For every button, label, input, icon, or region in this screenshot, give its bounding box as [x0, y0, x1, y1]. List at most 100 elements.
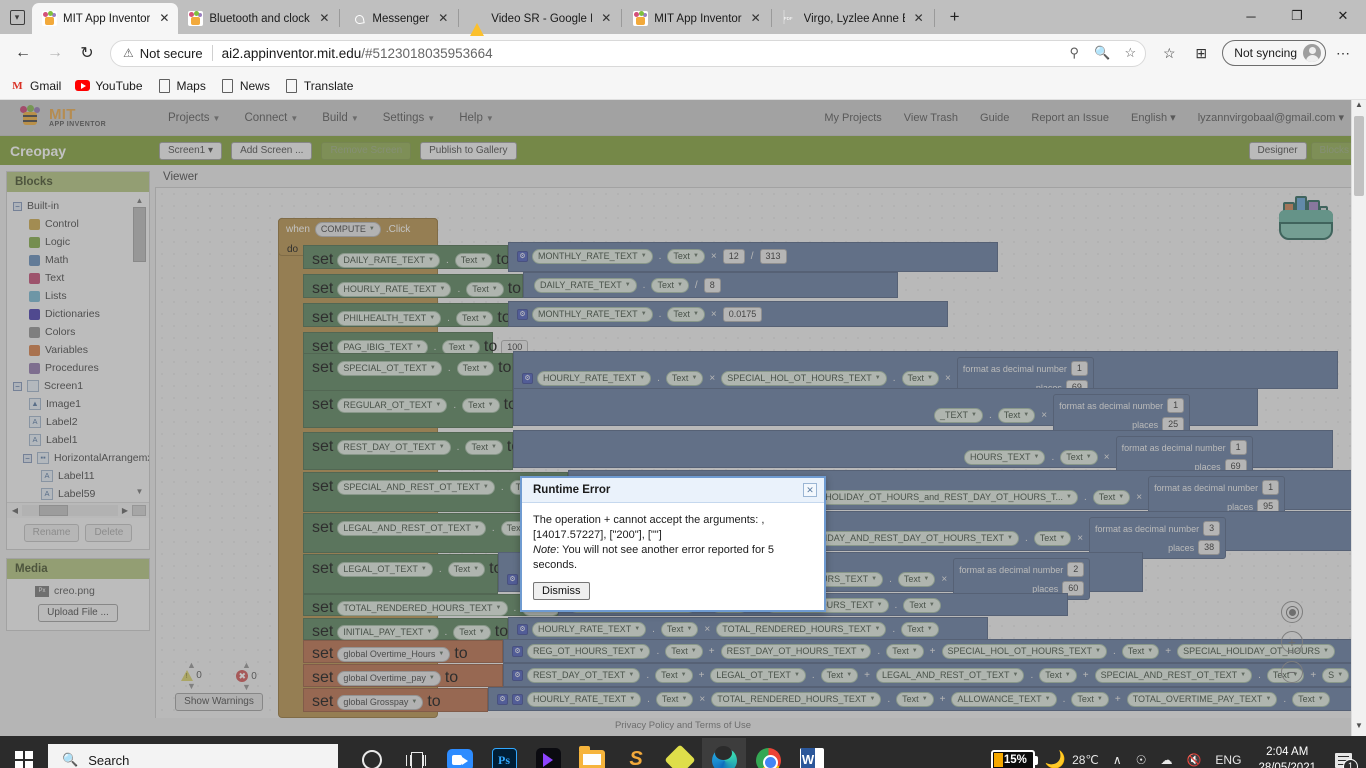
blocks-workspace[interactable]: when COMPUTE ▼ .Click do set DAILY_RATE_T…: [155, 187, 1360, 736]
value-field[interactable]: Text▼: [896, 692, 934, 707]
tab-close-icon[interactable]: ✕: [316, 11, 332, 27]
mutator-icon[interactable]: ⚙: [497, 694, 508, 705]
scroll-thumb[interactable]: [39, 505, 69, 516]
show-hidden-icons-button[interactable]: ∧: [1106, 736, 1129, 768]
back-button[interactable]: ←: [8, 38, 38, 68]
value-field[interactable]: Text▼: [1292, 692, 1330, 707]
number-field[interactable]: 3: [1203, 521, 1221, 536]
value-field[interactable]: REST_DAY_OT_TEXT ▼: [527, 668, 641, 683]
media-item-creo-png[interactable]: Px creo.png: [13, 585, 143, 597]
scroll-up-icon[interactable]: ▲: [133, 196, 146, 207]
mutator-icon[interactable]: ⚙: [507, 573, 518, 585]
chevron-down-icon[interactable]: ▼: [242, 683, 251, 692]
start-button[interactable]: [0, 736, 48, 768]
target-dropdown[interactable]: LEGAL_OT_TEXT ▼: [337, 561, 433, 577]
sidebar-item-procedures[interactable]: Procedures: [11, 359, 149, 377]
collapse-icon[interactable]: −: [23, 453, 32, 463]
reload-button[interactable]: ↻: [72, 38, 102, 68]
zoom-out-button[interactable]: −: [1281, 661, 1303, 683]
value-field[interactable]: Text▼: [897, 571, 936, 587]
sketchup-icon[interactable]: [658, 738, 702, 768]
scroll-track[interactable]: [22, 505, 118, 516]
bookmark-youtube[interactable]: YouTube: [75, 78, 143, 93]
mutator-icon[interactable]: ⚙: [517, 624, 528, 635]
tree-node-builtin[interactable]: − Built-in: [11, 197, 149, 215]
runtime-error-dialog[interactable]: Runtime Error ✕ The operation + cannot a…: [520, 476, 826, 612]
cortana-icon[interactable]: [350, 738, 394, 768]
value-field[interactable]: SPECIAL_HOLIDAY_OT_HOURS ▼: [1177, 644, 1335, 659]
sidebar-item-label1[interactable]: A Label1: [11, 431, 149, 449]
number-field[interactable]: 1: [1167, 398, 1185, 413]
property-dropdown[interactable]: Text▼: [455, 310, 494, 326]
property-dropdown[interactable]: Text▼: [453, 624, 491, 640]
target-dropdown[interactable]: HOURLY_RATE_TEXT ▼: [337, 281, 452, 297]
forward-button[interactable]: →: [40, 38, 70, 68]
property-dropdown[interactable]: Text▼: [465, 439, 503, 455]
tab-close-icon[interactable]: ✕: [748, 11, 764, 27]
sidebar-item-lists[interactable]: Lists: [11, 287, 149, 305]
value-block-philhealth[interactable]: ⚙ MONTHLY_RATE_TEXT ▼ . Text ▼ × 0.0175: [508, 301, 948, 327]
designer-button[interactable]: Designer: [1248, 141, 1307, 160]
property-dropdown[interactable]: Text▼: [456, 360, 495, 376]
value-field[interactable]: Text▼: [1060, 449, 1098, 465]
set-block-initial-pay[interactable]: set INITIAL_PAY_TEXT ▼ . Text ▼ to: [303, 618, 508, 640]
value-field[interactable]: Text▼: [651, 278, 689, 293]
bookmark-news[interactable]: News: [220, 78, 270, 93]
value-field[interactable]: Text▼: [660, 622, 699, 637]
number-field[interactable]: 8: [703, 278, 721, 293]
collections-icon[interactable]: ⊞: [1186, 38, 1216, 68]
zoom-out-icon[interactable]: 🔍: [1091, 42, 1113, 64]
tab-close-icon[interactable]: ✕: [156, 11, 172, 27]
weather-widget[interactable]: 🌙 28℃: [1038, 736, 1106, 768]
value-field[interactable]: HOURLY_RATE_TEXT▼: [537, 370, 652, 386]
value-field[interactable]: Text▼: [1092, 489, 1131, 505]
backpack-icon[interactable]: [1275, 196, 1339, 242]
menu-settings[interactable]: Settings ▼: [383, 112, 435, 124]
value-field[interactable]: SPECIAL_AND_REST_OT_TEXT ▼: [1094, 668, 1253, 683]
value-field[interactable]: TOTAL_OVERTIME_PAY_TEXT ▼: [1126, 692, 1278, 707]
target-dropdown[interactable]: DAILY_RATE_TEXT ▼: [337, 252, 440, 268]
bookmark-gmail[interactable]: M Gmail: [10, 78, 61, 93]
value-block-rest-day-ot[interactable]: HOURS_TEXT ▼ . Text ▼ × format as decimal …: [513, 430, 1333, 478]
property-dropdown[interactable]: Text▼: [447, 561, 486, 577]
link-guide[interactable]: Guide: [980, 112, 1009, 124]
menu-build[interactable]: Build ▼: [322, 112, 359, 124]
publish-to-gallery-button[interactable]: Publish to Gallery: [420, 141, 517, 160]
microsoft-word-icon[interactable]: [790, 738, 834, 768]
scroll-thumb[interactable]: [1354, 116, 1364, 196]
value-block-hourly-rate[interactable]: DAILY_RATE_TEXT ▼ . Text ▼ / 8: [523, 272, 898, 298]
mit-app-inventor-logo[interactable]: MIT APP INVENTOR: [18, 104, 138, 130]
sidebar-item-logic[interactable]: Logic: [11, 233, 149, 251]
photoshop-icon[interactable]: Ps: [482, 738, 526, 768]
set-block-hourly-rate[interactable]: set HOURLY_RATE_TEXT ▼ . Text ▼ to: [303, 274, 523, 298]
browser-settings-icon[interactable]: ⋯: [1328, 38, 1358, 68]
set-block-daily-rate[interactable]: set DAILY_RATE_TEXT ▼ . Text ▼ to: [303, 245, 510, 269]
value-field[interactable]: Text▼: [820, 668, 859, 683]
taskbar-search-box[interactable]: 🔍 Search: [48, 744, 338, 768]
sidebar-item-image1[interactable]: ▲ Image1: [11, 395, 149, 413]
value-field[interactable]: Text▼: [665, 644, 703, 659]
add-favorite-icon[interactable]: ☆: [1119, 42, 1141, 64]
close-window-button[interactable]: ✕: [1320, 0, 1366, 32]
mutator-icon[interactable]: ⚙: [512, 670, 523, 681]
language-indicator[interactable]: ENG: [1208, 736, 1248, 768]
value-field[interactable]: MONTHLY_RATE_TEXT ▼: [532, 249, 653, 264]
mutator-icon[interactable]: ⚙: [512, 694, 523, 705]
dismiss-button[interactable]: Dismiss: [533, 582, 590, 600]
value-field[interactable]: _TEXT ▼: [934, 407, 983, 423]
clock[interactable]: 2:04 AM 28/05/2021: [1248, 744, 1326, 768]
chevron-up-icon[interactable]: ▲: [187, 661, 196, 670]
value-field[interactable]: Text▼: [997, 407, 1036, 423]
tree-horizontal-scrollbar[interactable]: ◀ ▶: [7, 502, 149, 518]
sidebar-item-math[interactable]: Math: [11, 251, 149, 269]
sidebar-item-text[interactable]: Text: [11, 269, 149, 287]
volume-muted-icon[interactable]: 🔇: [1179, 736, 1208, 768]
media-player-icon[interactable]: [526, 738, 570, 768]
notification-center-button[interactable]: 1: [1326, 736, 1360, 768]
tab-close-icon[interactable]: ✕: [911, 11, 927, 27]
center-workspace-button[interactable]: [1281, 601, 1303, 623]
browser-tab-4[interactable]: MIT App Inventor ✕: [623, 3, 770, 34]
sidebar-item-label2[interactable]: A Label2: [11, 413, 149, 431]
bookmark-maps[interactable]: Maps: [157, 78, 206, 93]
property-dropdown[interactable]: Text▼: [454, 252, 493, 268]
